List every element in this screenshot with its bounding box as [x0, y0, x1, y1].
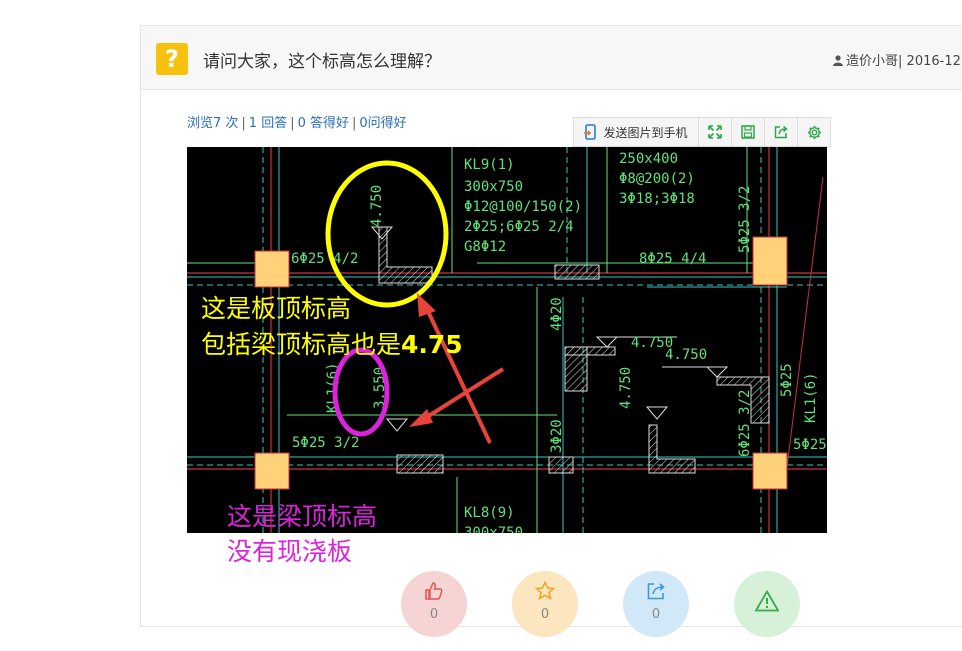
question-mark-icon: ? [156, 43, 188, 75]
views-count: 浏览7 次 [187, 116, 239, 131]
yellow-annotation-line2: 包括梁顶标高也是4.75 [201, 325, 463, 361]
cad-label-kl8-size: 300x750 [464, 525, 523, 533]
magenta-annotation-line1: 这是梁顶标高 [227, 502, 378, 531]
settings-icon [807, 125, 821, 139]
cad-label-6phi25-right: 6Φ25 3/2 [737, 390, 753, 457]
cad-label-5phi25-far: 5Φ25 [779, 363, 795, 397]
send-to-phone-button[interactable]: 发送图片到手机 [574, 118, 699, 146]
cad-label-kl9-stirrup: Φ12@100/150(2) [464, 199, 582, 215]
like-count: 0 [429, 607, 439, 622]
cad-label-3phi20: 3Φ20 [549, 419, 565, 453]
yellow-annotation-prefix: 包括梁顶标高也是 [201, 330, 402, 359]
cad-label-4phi20: 4Φ20 [549, 297, 565, 331]
favorite-count: 0 [540, 607, 550, 622]
question-title: 请问大家，这个标高怎么理解？ [203, 52, 441, 72]
cad-label-kl9-bars: 2Φ25;6Φ25 2/4 [464, 219, 574, 235]
question-header: ? 请问大家，这个标高怎么理解？ 造价小哥| 2016-12 [141, 26, 962, 90]
phone-send-icon [584, 124, 597, 140]
cad-label-kl9-size: 300x750 [464, 179, 523, 195]
favorite-button[interactable]: 0 [512, 571, 578, 637]
image-toolbar: 发送图片到手机 [573, 117, 831, 147]
question-meta: 造价小哥| 2016-12 [833, 50, 961, 69]
share-button[interactable]: 0 [623, 571, 689, 637]
good-questions-count: 0问得好 [359, 116, 407, 131]
author-link[interactable]: 造价小哥 [846, 54, 898, 69]
share-image-button[interactable] [765, 118, 798, 146]
question-date: 2016-12 [906, 54, 961, 69]
answer-actions: 0 0 0 [401, 571, 821, 651]
share-icon [647, 583, 665, 600]
cad-label-6phi25-top: 6Φ25 4/2 [291, 251, 358, 267]
question-image[interactable]: KL9(1) 300x750 Φ12@100/150(2) 2Φ25;6Φ25 … [187, 147, 827, 533]
send-to-phone-label: 发送图片到手机 [603, 125, 688, 140]
cad-label-kl8: KL8(9) [464, 505, 515, 521]
cad-label-8phi25: 8Φ25 4/4 [639, 251, 706, 267]
user-icon [833, 55, 843, 66]
question-stats: 浏览7 次 | 1 回答 | 0 答得好 | 0问得好 [187, 112, 407, 131]
cad-label-250-bars: 3Φ18;3Φ18 [619, 191, 695, 207]
question-card: ? 请问大家，这个标高怎么理解？ 造价小哥| 2016-12 浏览7 次 | 1 回… [140, 25, 962, 637]
fullscreen-button[interactable] [699, 118, 732, 146]
meta-separator: | [898, 54, 903, 69]
share-count: 0 [651, 607, 661, 622]
yellow-annotation-value: 4.75 [401, 330, 463, 359]
save-icon [741, 125, 755, 139]
stats-separator: | [352, 116, 357, 131]
settings-button[interactable] [798, 118, 830, 146]
cad-label-5phi25-left: 5Φ25 3/2 [292, 435, 359, 451]
thumbs-up-icon [425, 582, 443, 600]
cad-label-250-stirrup: Φ8@200(2) [619, 171, 695, 187]
cad-label-kl9-g: G8Φ12 [464, 239, 506, 255]
cad-label-4750-left: 4.750 [369, 185, 385, 227]
cad-label-4750-vert: 4.750 [618, 367, 634, 409]
answers-count[interactable]: 1 回答 [249, 116, 287, 131]
share-icon [774, 125, 788, 139]
cad-label-kl9: KL9(1) [464, 157, 515, 173]
save-button[interactable] [732, 118, 765, 146]
warning-icon [755, 590, 779, 612]
cad-label-5phi25-right: 5Φ25 3/2 [737, 186, 753, 253]
stats-separator: | [241, 116, 246, 131]
fullscreen-icon [708, 125, 722, 139]
cad-label-5phi25-far2: 5Φ25 [793, 437, 827, 453]
red-arrows [409, 293, 505, 444]
stats-separator: | [290, 116, 295, 131]
magenta-annotation-line2: 没有现浇板 [227, 537, 353, 566]
like-button[interactable]: 0 [401, 571, 467, 637]
report-button[interactable] [734, 571, 800, 637]
good-answers-count: 0 答得好 [297, 116, 349, 131]
star-icon [535, 581, 555, 601]
cad-label-250x400: 250x400 [619, 151, 678, 167]
yellow-annotation-line1: 这是板顶标高 [201, 294, 352, 323]
cad-label-kl1-right: KL1(6) [803, 372, 819, 423]
cad-label-4750-mid2: 4.750 [665, 347, 707, 363]
